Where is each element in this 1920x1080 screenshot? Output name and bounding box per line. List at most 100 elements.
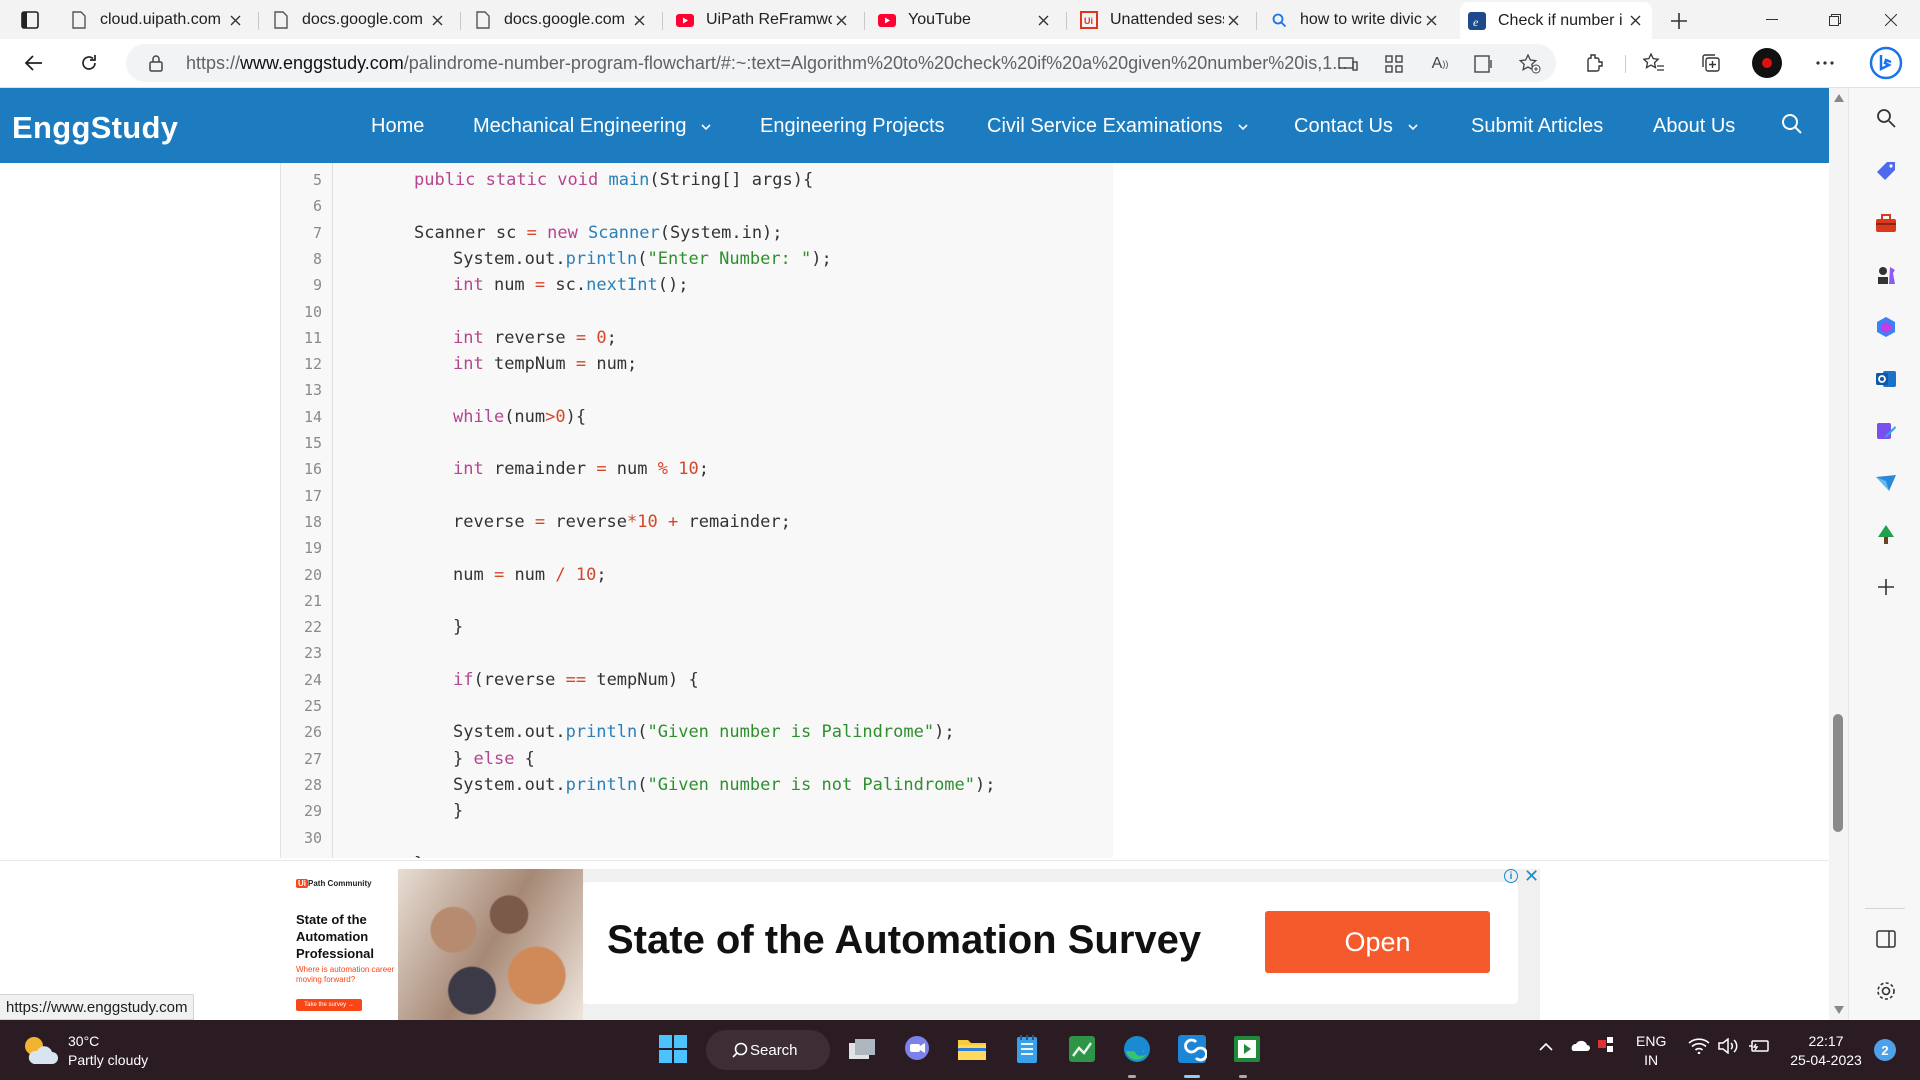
scroll-down-icon[interactable] [1834, 1006, 1844, 1014]
notepad-icon[interactable] [1010, 1032, 1044, 1066]
nav-item-mechanical-engineering[interactable]: Mechanical Engineering [473, 115, 712, 138]
uipath-studio-icon[interactable] [1175, 1032, 1209, 1066]
url-field[interactable]: https://www.enggstudy.com/palindrome-num… [126, 44, 1556, 82]
site-search-button[interactable] [1781, 113, 1805, 137]
nav-item-home[interactable]: Home [371, 115, 424, 138]
nav-item-civil-service-examinations[interactable]: Civil Service Examinations [987, 115, 1249, 138]
wifi-icon[interactable] [1688, 1038, 1710, 1059]
refresh-button[interactable] [73, 47, 105, 79]
designer-icon[interactable] [1873, 418, 1899, 444]
add-favorite-icon[interactable] [1518, 52, 1542, 76]
outlook-icon[interactable] [1873, 366, 1899, 392]
tab-close-icon[interactable] [1034, 11, 1052, 29]
code-line: } [453, 617, 463, 637]
shopping-tag-icon[interactable] [1873, 158, 1899, 184]
show-hidden-icons-button[interactable] [1538, 1038, 1554, 1057]
ad-close-icon[interactable]: ✕ [1524, 866, 1539, 887]
tab-close-icon[interactable] [832, 11, 850, 29]
extensions-icon[interactable] [1578, 47, 1610, 79]
favorites-icon[interactable] [1638, 47, 1670, 79]
clock[interactable]: 22:17 25-04-2023 [1786, 1032, 1866, 1070]
file-explorer-icon[interactable] [955, 1032, 989, 1066]
scroll-thumb[interactable] [1833, 714, 1843, 832]
code-line: int remainder = num % 10; [453, 459, 709, 479]
browser-tab[interactable]: how to write divic [1262, 5, 1448, 35]
site-logo[interactable]: EnggStudy [12, 110, 178, 146]
nav-item-about-us[interactable]: About Us [1653, 115, 1735, 138]
ad-mini-button[interactable]: Take the survey → [296, 999, 362, 1011]
page-icon [272, 11, 290, 29]
new-tab-button[interactable] [1664, 6, 1694, 36]
profile-avatar[interactable] [1752, 48, 1782, 78]
browser-tab[interactable]: UiPath ReFramwo [668, 5, 858, 35]
language-indicator[interactable]: ENG IN [1636, 1032, 1666, 1070]
battery-icon[interactable] [1748, 1038, 1770, 1059]
taskbar-search[interactable]: Search [706, 1030, 830, 1070]
code-token: = [575, 354, 587, 375]
line-number: 9 [312, 276, 322, 295]
browser-tab[interactable]: docs.google.com [466, 5, 656, 35]
code-token: ( [637, 722, 648, 743]
tree-icon[interactable] [1873, 522, 1899, 548]
task-view-icon[interactable] [845, 1032, 879, 1066]
volume-icon[interactable] [1718, 1037, 1740, 1059]
ad-subtitle: State of the Automation Professional [296, 912, 375, 961]
tab-title: docs.google.com [302, 11, 423, 28]
minimize-button[interactable] [1745, 0, 1799, 39]
ad-open-button[interactable]: Open [1265, 911, 1490, 973]
uipath-assistant-icon[interactable] [1230, 1032, 1264, 1066]
browser-tab[interactable]: e Check if number i [1460, 2, 1652, 39]
device-icon[interactable] [1336, 52, 1360, 76]
browser-tab[interactable]: docs.google.com [264, 5, 454, 35]
browser-tab[interactable]: Ui Unattended sessi [1072, 5, 1250, 35]
tab-close-icon[interactable] [1626, 12, 1644, 30]
network-devices-icon[interactable] [1596, 1035, 1616, 1060]
nav-item-contact-us[interactable]: Contact Us [1294, 115, 1419, 138]
tab-close-icon[interactable] [428, 11, 446, 29]
scroll-up-icon[interactable] [1834, 94, 1844, 102]
notification-badge[interactable]: 2 [1874, 1039, 1896, 1061]
tab-actions-menu-button[interactable] [8, 5, 52, 35]
teams-chat-icon[interactable] [900, 1032, 934, 1066]
tab-close-icon[interactable] [226, 11, 244, 29]
microsoft-365-icon[interactable] [1873, 314, 1899, 340]
close-window-button[interactable] [1864, 0, 1918, 39]
apps-icon[interactable] [1382, 52, 1406, 76]
code-token: = [526, 222, 537, 243]
code-token: while [453, 406, 505, 427]
read-aloud-icon[interactable]: A)) [1428, 52, 1452, 76]
tab-close-icon[interactable] [630, 11, 648, 29]
tab-close-icon[interactable] [1422, 11, 1440, 29]
add-sidebar-app-icon[interactable] [1873, 574, 1899, 600]
browser-tab[interactable]: cloud.uipath.com [62, 5, 252, 35]
hide-sidebar-icon[interactable] [1873, 926, 1899, 952]
nav-item-engineering-projects[interactable]: Engineering Projects [760, 115, 945, 138]
line-number: 6 [312, 197, 322, 216]
ad-info-icon[interactable]: i [1504, 869, 1518, 883]
code-token: 0 [596, 327, 607, 348]
nav-item-label: Submit Articles [1471, 115, 1604, 137]
onedrive-icon[interactable] [1568, 1038, 1590, 1057]
tab-close-icon[interactable] [1224, 11, 1242, 29]
page-scrollbar[interactable] [1829, 88, 1848, 1020]
tab-actions-icon [21, 11, 39, 29]
sidebar-settings-icon[interactable] [1873, 978, 1899, 1004]
tools-briefcase-icon[interactable] [1873, 210, 1899, 236]
nav-item-submit-articles[interactable]: Submit Articles [1471, 115, 1603, 138]
edge-browser-icon[interactable] [1120, 1032, 1154, 1066]
collections-icon[interactable] [1695, 47, 1727, 79]
minimize-icon [1766, 18, 1778, 20]
immersive-reader-icon[interactable] [1473, 52, 1497, 76]
copilot-button[interactable] [1866, 43, 1906, 83]
settings-more-button[interactable] [1809, 47, 1841, 79]
ad-banner[interactable]: Ui Path Community State of the Automation… [288, 866, 1540, 1021]
browser-tab[interactable]: YouTube [870, 5, 1060, 35]
restore-button[interactable] [1808, 0, 1862, 39]
sidebar-search-icon[interactable] [1873, 105, 1899, 131]
spreadsheet-app-icon[interactable] [1065, 1032, 1099, 1066]
send-drop-icon[interactable] [1873, 470, 1899, 496]
games-chess-icon[interactable] [1873, 262, 1899, 288]
back-button[interactable] [18, 47, 50, 79]
weather-widget[interactable]: 30°C Partly cloudy [22, 1032, 148, 1070]
start-button[interactable] [656, 1032, 690, 1066]
